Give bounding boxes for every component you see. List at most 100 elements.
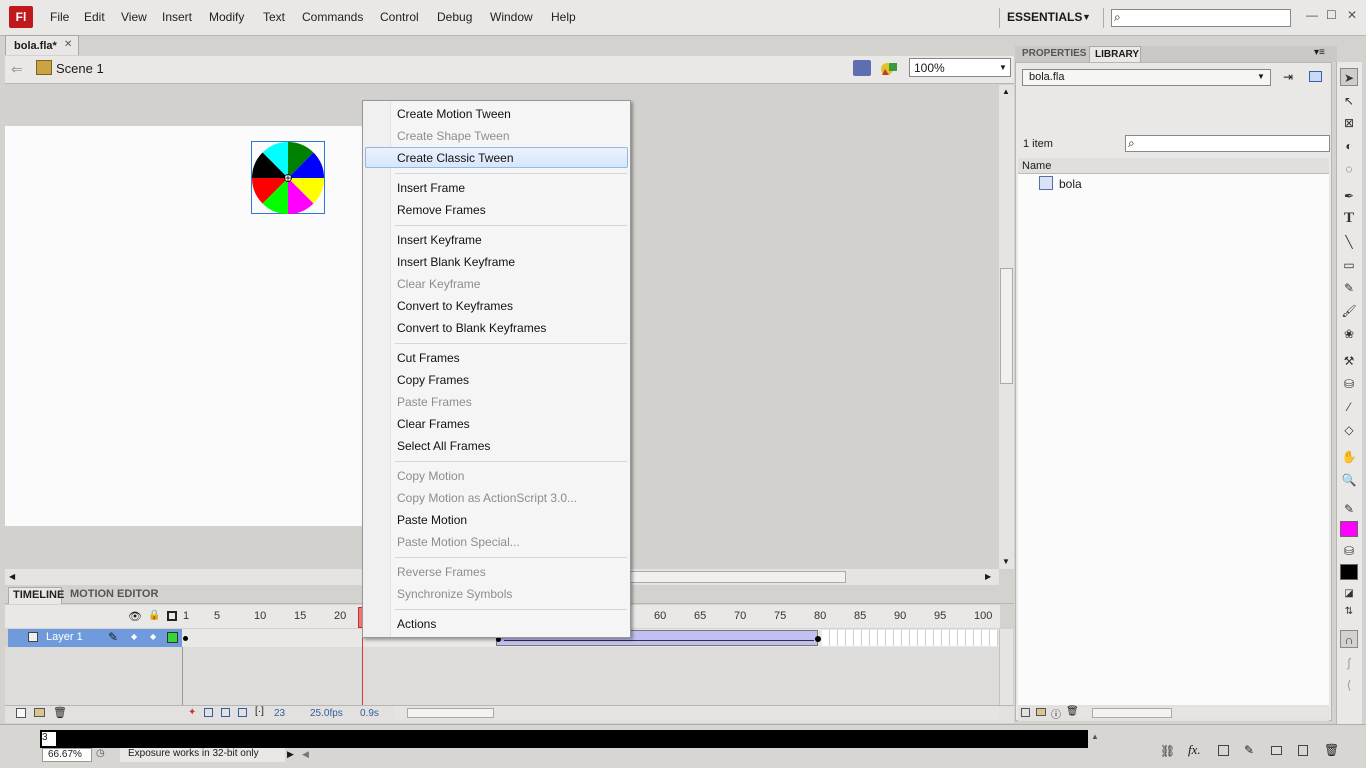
layer-name[interactable]: Layer 1 (46, 631, 83, 643)
back-arrow-icon[interactable]: ⇐ (11, 61, 23, 78)
library-column-name[interactable]: Name (1018, 158, 1329, 174)
menu-insert-keyframe[interactable]: Insert Keyframe (397, 233, 482, 247)
tab-motion-editor[interactable]: MOTION EDITOR (70, 588, 158, 600)
status-zoom[interactable]: 66.67% (42, 748, 92, 762)
snap-to-objects-icon[interactable]: ∩ (1340, 630, 1358, 648)
eraser-tool-icon[interactable]: ◇ (1340, 421, 1358, 439)
zoom-select[interactable]: 100% (909, 58, 1011, 77)
lasso-tool-icon[interactable]: ◌ (1340, 160, 1358, 178)
outline-icon[interactable] (167, 611, 177, 621)
pin-library-icon[interactable]: ⇥ (1283, 70, 1293, 84)
stroke-color-swatch[interactable] (1340, 521, 1358, 537)
menu-view[interactable]: View (121, 10, 147, 24)
menu-help[interactable]: Help (551, 10, 576, 24)
edit-scene-icon[interactable] (853, 60, 871, 76)
new-item-icon[interactable] (1298, 745, 1308, 756)
onion-markers-icon[interactable]: [·] (255, 706, 264, 717)
panel-menu-icon[interactable]: ▾≡ (1314, 47, 1325, 58)
scroll-left-icon[interactable]: ◀ (9, 572, 15, 581)
menu-clear-frames[interactable]: Clear Frames (397, 417, 470, 431)
menu-insert-frame[interactable]: Insert Frame (397, 181, 465, 195)
folder-icon[interactable] (1271, 746, 1282, 755)
trash-icon[interactable]: 🗑 (1066, 706, 1079, 717)
line-tool-icon[interactable]: ╲ (1340, 233, 1358, 251)
keyframe-marker[interactable] (815, 636, 821, 642)
pen-tool-icon[interactable]: ✒ (1340, 187, 1358, 205)
layer-outline-color[interactable] (167, 632, 178, 643)
new-library-panel-icon[interactable] (1309, 71, 1322, 82)
menu-convert-to-keyframes[interactable]: Convert to Keyframes (397, 299, 513, 313)
close-tab-icon[interactable]: ✕ (64, 39, 72, 50)
scroll-up-icon[interactable]: ▲ (1002, 87, 1010, 96)
current-frame[interactable]: 23 (274, 708, 285, 719)
smooth-icon[interactable]: ∫ (1340, 654, 1358, 672)
properties-icon[interactable]: ⓘ (1051, 706, 1061, 721)
layer-lock-dot[interactable]: ◆ (150, 632, 156, 641)
tab-library[interactable]: LIBRARY (1089, 46, 1141, 62)
eyedropper-tool-icon[interactable]: ⁄ (1340, 398, 1358, 416)
trash-icon[interactable]: 🗑 (1324, 743, 1339, 757)
menu-debug[interactable]: Debug (437, 10, 472, 24)
brush-tool-icon[interactable]: 🖌 (1340, 302, 1358, 320)
rectangle-tool-icon[interactable]: ▭ (1340, 256, 1358, 274)
straighten-icon[interactable]: ⟨ (1340, 676, 1358, 694)
menu-insert[interactable]: Insert (162, 10, 192, 24)
onion-skin-icon[interactable] (204, 708, 213, 717)
frame-rate[interactable]: 25.0fps (310, 708, 343, 719)
minimize-icon[interactable]: — (1306, 8, 1318, 22)
menu-create-motion-tween[interactable]: Create Motion Tween (397, 107, 511, 121)
scroll-up-icon[interactable]: ▲ (1091, 732, 1099, 741)
scrollbar-thumb[interactable] (1092, 708, 1172, 718)
subselection-tool-icon[interactable]: ↖ (1340, 92, 1358, 110)
scene-label[interactable]: Scene 1 (56, 61, 104, 76)
menu-actions[interactable]: Actions (397, 617, 436, 631)
edit-multiple-frames-icon[interactable] (238, 708, 247, 717)
scrollbar-thumb[interactable] (630, 571, 846, 583)
deco-tool-icon[interactable]: ❀ (1340, 325, 1358, 343)
pencil-tool-icon[interactable]: ✎ (1340, 279, 1358, 297)
chevron-down-icon[interactable]: ▼ (999, 63, 1007, 72)
menu-paste-motion[interactable]: Paste Motion (397, 513, 467, 527)
3d-rotation-tool-icon[interactable]: ◐ (1340, 137, 1358, 155)
menu-commands[interactable]: Commands (302, 10, 363, 24)
keyframe-marker[interactable] (183, 636, 188, 641)
bone-tool-icon[interactable]: ⚒ (1340, 352, 1358, 370)
menu-cut-frames[interactable]: Cut Frames (397, 351, 460, 365)
onion-outlines-icon[interactable] (221, 708, 230, 717)
new-folder-icon[interactable] (34, 708, 45, 717)
menu-remove-frames[interactable]: Remove Frames (397, 203, 486, 217)
edit-symbols-icon[interactable] (880, 60, 900, 76)
output-field[interactable]: 3 (42, 732, 56, 746)
fx-icon[interactable]: fx. (1188, 742, 1201, 758)
menu-text[interactable]: Text (263, 10, 285, 24)
tab-timeline[interactable]: TIMELINE (8, 587, 64, 604)
lock-icon[interactable]: 🔒 (148, 610, 160, 621)
scrollbar-thumb[interactable] (407, 708, 494, 718)
ball-symbol[interactable] (251, 141, 325, 214)
paint-bucket-tool-icon[interactable]: ⛁ (1340, 375, 1358, 393)
library-item-bola[interactable]: bola (1059, 177, 1082, 191)
menu-modify[interactable]: Modify (209, 10, 244, 24)
scroll-right-icon[interactable]: ▶ (985, 572, 991, 581)
maximize-icon[interactable]: ☐ (1326, 8, 1337, 22)
trash-icon[interactable]: 🗑 (53, 706, 67, 719)
swap-colors-icon[interactable]: ⇅ (1340, 603, 1358, 621)
edit-icon[interactable]: ✎ (1244, 743, 1254, 757)
library-document-select[interactable]: bola.fla (1022, 69, 1271, 86)
eye-icon[interactable]: 👁 (128, 610, 142, 623)
chevron-down-icon[interactable]: ▼ (1257, 72, 1265, 81)
menu-insert-blank-keyframe[interactable]: Insert Blank Keyframe (397, 255, 515, 269)
library-search-input[interactable] (1125, 135, 1330, 152)
menu-create-classic-tween[interactable]: Create Classic Tween (397, 151, 514, 165)
play-icon[interactable]: ▶ (287, 749, 294, 760)
new-layer-icon[interactable] (16, 708, 26, 718)
selection-tool-icon[interactable]: ➤ (1340, 68, 1358, 86)
empty-frames[interactable] (822, 630, 998, 646)
new-folder-icon[interactable] (1036, 708, 1046, 716)
free-transform-tool-icon[interactable]: ⊠ (1340, 114, 1358, 132)
zoom-tool-icon[interactable]: 🔍 (1340, 471, 1358, 489)
tab-properties[interactable]: PROPERTIES (1022, 48, 1086, 59)
fill-color-swatch[interactable] (1340, 564, 1358, 580)
timeline-vertical-scrollbar[interactable] (999, 629, 1013, 706)
text-tool-icon[interactable]: T (1340, 209, 1358, 227)
